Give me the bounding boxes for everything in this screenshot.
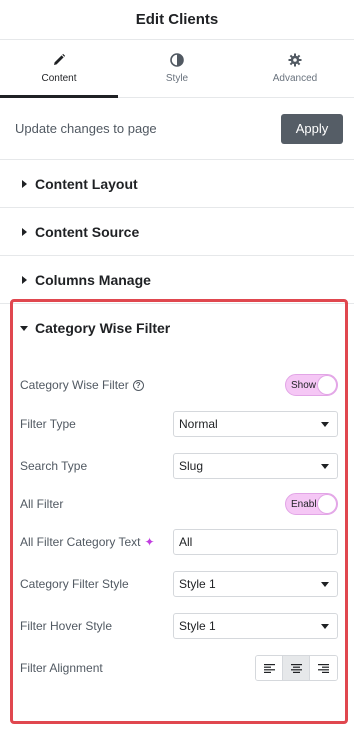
section-label: Content Source: [35, 223, 140, 240]
gear-icon: [288, 53, 302, 67]
pencil-icon: [54, 53, 66, 65]
filter-type-select[interactable]: Normal: [173, 411, 338, 437]
panel-header: Edit Clients: [0, 0, 354, 40]
align-center-icon: [290, 663, 302, 673]
tab-content-label: Content: [41, 73, 77, 84]
search-type-select[interactable]: Slug: [173, 453, 338, 479]
caret-right-icon: [22, 275, 27, 284]
tab-style-label: Style: [165, 73, 189, 84]
category-filter-style-label: Category Filter Style: [20, 577, 129, 591]
ai-sparkle-icon[interactable]: ✦: [145, 536, 155, 548]
filter-alignment-label: Filter Alignment: [20, 661, 103, 675]
section-label: Content Layout: [35, 175, 138, 192]
caret-right-icon: [22, 179, 27, 188]
select-value: Normal: [179, 417, 218, 431]
page-title: Edit Clients: [135, 11, 219, 28]
section-label: Category Wise Filter: [35, 320, 171, 336]
filter-hover-style-control: Filter Hover Style Style 1: [20, 612, 338, 640]
category-wise-filter-toggle[interactable]: Show: [285, 374, 338, 396]
toggle-knob: [318, 495, 336, 513]
tab-content[interactable]: Content: [0, 40, 118, 98]
chevron-down-icon: [321, 623, 329, 629]
select-value: Style 1: [179, 619, 216, 633]
section-label: Columns Manage: [35, 271, 151, 288]
filter-alignment-control: Filter Alignment: [20, 654, 338, 682]
caret-down-icon: [20, 325, 28, 331]
all-filter-text-label: All Filter Category Text: [20, 535, 141, 549]
filter-type-control: Filter Type Normal: [20, 410, 338, 438]
select-value: Slug: [179, 459, 204, 473]
filter-hover-style-select[interactable]: Style 1: [173, 613, 338, 639]
contrast-icon: [170, 53, 184, 67]
section-columns-manage[interactable]: Columns Manage: [0, 256, 354, 304]
toggle-text: Show: [291, 379, 317, 391]
caret-right-icon: [22, 227, 27, 236]
align-center-button[interactable]: [283, 656, 310, 680]
update-text: Update changes to page: [15, 121, 157, 136]
align-left-icon: [263, 663, 275, 673]
category-filter-style-control: Category Filter Style Style 1: [20, 570, 338, 598]
apply-button[interactable]: Apply: [281, 113, 343, 144]
chevron-down-icon: [321, 421, 329, 427]
section-category-wise-filter-header[interactable]: Category Wise Filter: [13, 302, 345, 354]
all-filter-label: All Filter: [20, 497, 64, 511]
align-left-button[interactable]: [256, 656, 283, 680]
search-type-control: Search Type Slug: [20, 452, 338, 480]
filter-hover-style-label: Filter Hover Style: [20, 619, 113, 633]
align-right-button[interactable]: [310, 656, 337, 680]
all-filter-text-input[interactable]: [173, 529, 338, 555]
tab-bar: Content Style Advanced: [0, 40, 354, 98]
all-filter-text-control: All Filter Category Text ✦: [20, 528, 338, 556]
section-category-wise-filter: Category Wise Filter Category Wise Filte…: [10, 299, 348, 724]
chevron-down-icon: [321, 463, 329, 469]
chevron-down-icon: [321, 581, 329, 587]
tab-advanced[interactable]: Advanced: [236, 40, 354, 97]
category-wise-filter-label: Category Wise Filter: [20, 378, 129, 392]
search-type-label: Search Type: [20, 459, 88, 473]
all-filter-control: All Filter Enable: [20, 490, 338, 518]
tab-advanced-label: Advanced: [272, 73, 318, 84]
filter-type-label: Filter Type: [20, 417, 76, 431]
category-filter-style-select[interactable]: Style 1: [173, 571, 338, 597]
section-content-source[interactable]: Content Source: [0, 208, 354, 256]
select-value: Style 1: [179, 577, 216, 591]
tab-style[interactable]: Style: [118, 40, 236, 97]
category-wise-filter-control: Category Wise Filter ? Show: [20, 371, 338, 399]
update-bar: Update changes to page Apply: [0, 98, 354, 160]
toggle-knob: [318, 376, 336, 394]
filter-alignment-choices: [255, 655, 338, 681]
all-filter-toggle[interactable]: Enable: [285, 493, 338, 515]
align-right-icon: [318, 663, 329, 673]
section-content-layout[interactable]: Content Layout: [0, 160, 354, 208]
help-icon[interactable]: ?: [132, 379, 144, 391]
